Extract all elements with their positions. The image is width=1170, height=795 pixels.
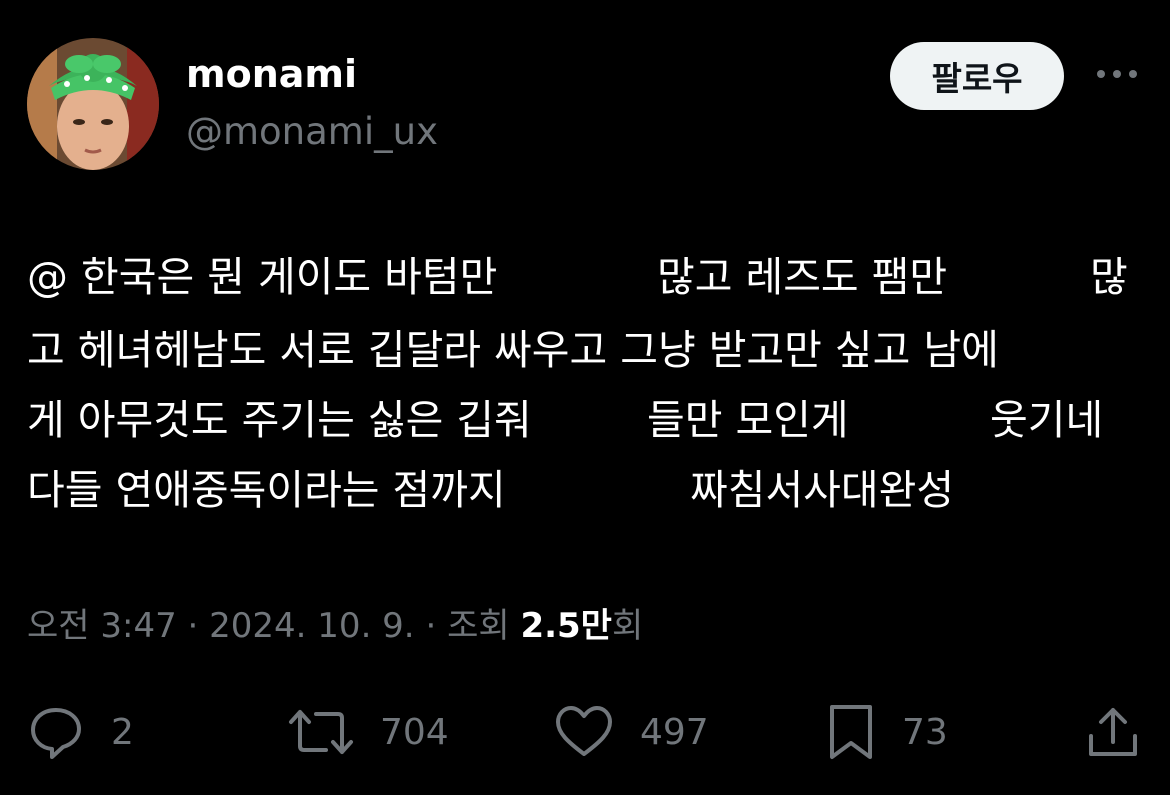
avatar[interactable]	[27, 38, 159, 170]
views-suffix: 회	[611, 606, 644, 646]
bookmark-button[interactable]: 73	[826, 704, 948, 760]
tweet-text-segment: 들만 모인게	[647, 396, 849, 444]
tweet-time[interactable]: 오전 3:47	[27, 606, 177, 646]
reply-icon	[31, 708, 81, 759]
follow-button[interactable]: 팔로우	[890, 42, 1064, 110]
share-icon	[1089, 708, 1137, 756]
tweet-text-segment: 다들 연애중독이라는 점까지	[27, 466, 506, 514]
display-name[interactable]: monami	[186, 52, 357, 96]
views-prefix: 조회	[447, 606, 510, 646]
more-icon[interactable]	[1094, 62, 1140, 86]
retweet-button[interactable]: 704	[288, 704, 449, 760]
like-count: 497	[640, 711, 709, 753]
views-count: 2.5만	[520, 606, 612, 646]
user-handle[interactable]: @monami_ux	[186, 110, 438, 153]
tweet-date[interactable]: 2024. 10. 9.	[209, 606, 414, 646]
reply-count: 2	[111, 711, 134, 753]
reply-button[interactable]: 2	[27, 704, 134, 760]
tweet-text-segment: 많	[1090, 253, 1128, 301]
tweet-text-segment: 웃기네	[990, 396, 1104, 444]
share-button[interactable]	[1086, 704, 1140, 760]
heart-icon	[556, 706, 612, 756]
retweet-icon	[289, 710, 353, 754]
tweet-text-segment: @ 한국은 뭔 게이도 바텀만	[27, 253, 498, 301]
tweet-text-segment: 많고 레즈도 팸만	[657, 253, 948, 301]
profile-photo	[27, 38, 159, 170]
tweet-meta: 오전 3:47 · 2024. 10. 9. · 조회 2.5만회	[27, 604, 643, 648]
like-button[interactable]: 497	[554, 704, 709, 760]
bookmark-icon	[830, 705, 872, 759]
bookmark-count: 73	[902, 711, 948, 753]
separator: ·	[425, 606, 437, 646]
tweet-text-segment: 게 아무것도 주기는 싫은 깁줘	[27, 396, 532, 444]
retweet-count: 704	[380, 711, 449, 753]
separator: ·	[187, 606, 199, 646]
tweet-text-segment: 고 헤녀헤남도 서로 깁달라 싸우고 그냥 받고만 싶고 남에	[27, 326, 999, 374]
tweet-text-segment: 짜침서사대완성	[690, 466, 955, 514]
